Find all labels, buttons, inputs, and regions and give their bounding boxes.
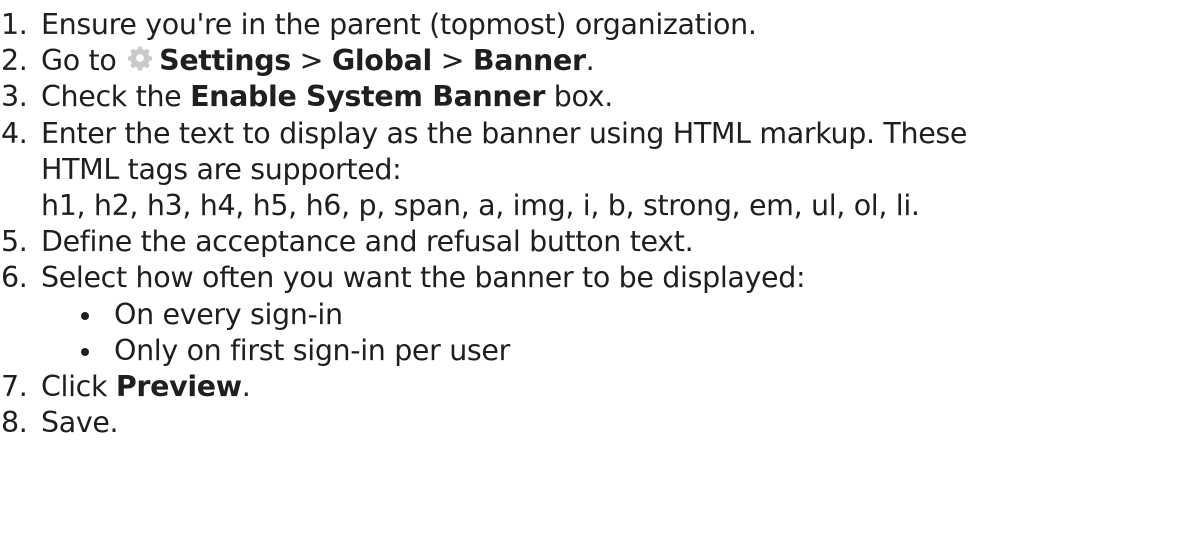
step-number: 3. — [1, 80, 28, 114]
step-text: Select how often you want the banner to … — [41, 261, 806, 295]
step-text-prefix: Check the — [41, 80, 191, 114]
step-text-suffix: . — [241, 370, 251, 404]
step-6: 6. Select how often you want the banner … — [0, 260, 1180, 369]
settings-label: Settings — [159, 44, 291, 78]
step-text-line: HTML tags are supported: — [41, 152, 402, 186]
step-number: 1. — [1, 8, 28, 41]
step-number: 6. — [1, 261, 28, 295]
step-number: 7. — [1, 370, 28, 404]
step-text: Save. — [41, 406, 119, 440]
gear-icon — [127, 45, 153, 71]
path-separator: > — [290, 44, 332, 78]
step-text-prefix: Go to — [41, 44, 126, 78]
step-3: 3. Check the Enable System Banner box. — [0, 79, 1180, 115]
step-text-suffix: box. — [545, 80, 614, 114]
step-text-line: Enter the text to display as the banner … — [41, 116, 968, 150]
step-number: 5. — [1, 225, 28, 259]
list-item: Only on first sign-in per user — [41, 333, 1180, 369]
step-1: 1. Ensure you're in the parent (topmost)… — [0, 7, 1180, 43]
step-7: 7. Click Preview. — [0, 369, 1180, 405]
step-text: Define the acceptance and refusal button… — [41, 225, 694, 259]
step-number: 4. — [1, 116, 28, 150]
global-label: Global — [331, 44, 432, 78]
supported-tags-list: h1, h2, h3, h4, h5, h6, p, span, a, img,… — [41, 189, 920, 223]
step-text-suffix: . — [585, 44, 595, 78]
step-text: Ensure you're in the parent (topmost) or… — [41, 8, 757, 41]
step-text-prefix: Click — [41, 370, 116, 404]
path-separator: > — [431, 44, 473, 78]
banner-label: Banner — [472, 44, 586, 78]
step-5: 5. Define the acceptance and refusal but… — [0, 224, 1180, 260]
step-2: 2. Go to Settings > Global > Banner. — [0, 43, 1180, 79]
step-8: 8. Save. — [0, 405, 1180, 441]
instruction-list: 1. Ensure you're in the parent (topmost)… — [0, 0, 1180, 441]
step-number: 8. — [1, 406, 28, 440]
list-item: On every sign-in — [41, 297, 1180, 333]
step-4: 4. Enter the text to display as the bann… — [0, 116, 1180, 225]
enable-system-banner-label: Enable System Banner — [190, 80, 546, 114]
preview-label: Preview — [115, 370, 242, 404]
frequency-options: On every sign-in Only on first sign-in p… — [41, 297, 1180, 369]
step-number: 2. — [1, 44, 28, 78]
